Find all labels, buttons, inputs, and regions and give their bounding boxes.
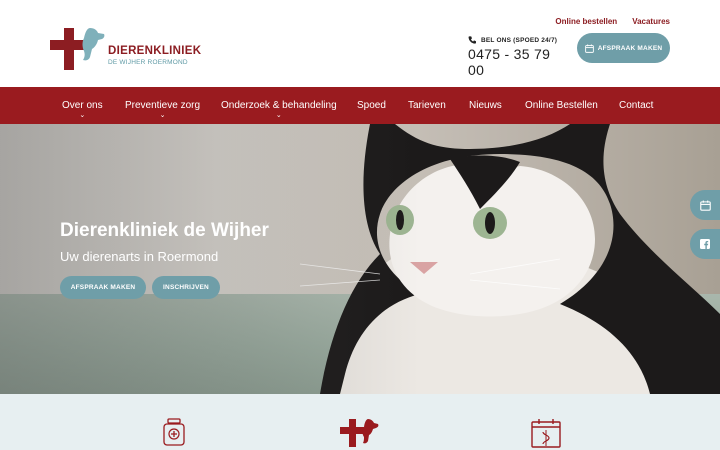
nav-item-over-ons[interactable]: Over ons ⌄ — [62, 87, 103, 124]
main-nav: Over ons ⌄ Preventieve zorg ⌄ Onderzoek … — [0, 87, 720, 124]
nav-item-label: Preventieve zorg — [125, 100, 201, 111]
nav-item-label: Nieuws — [469, 100, 502, 111]
clinic-logo[interactable]: DIERENKLINIEK DE WIJHER ROERMOND — [50, 26, 201, 72]
chevron-down-icon: ⌄ — [79, 112, 86, 119]
facebook-icon — [700, 239, 710, 249]
nav-item-preventieve-zorg[interactable]: Preventieve zorg ⌄ — [125, 87, 200, 124]
hero-appointment-button[interactable]: AFSPRAAK MAKEN — [60, 276, 146, 299]
medicine-bottle-icon[interactable] — [162, 418, 186, 446]
phone-label: BEL ONS (SPOED 24/7) — [481, 36, 558, 44]
calendar-icon — [584, 43, 594, 53]
logo-subtitle: DE WIJHER ROERMOND — [108, 59, 188, 66]
online-bestellen-link[interactable]: Online bestellen — [555, 17, 617, 26]
calendar-appointment-icon[interactable] — [531, 418, 561, 448]
nav-item-label: Online Bestellen — [525, 100, 598, 111]
hero-subtitle: Uw dierenarts in Roermond — [60, 249, 219, 264]
hero-banner: Dierenkliniek de Wijher Uw dierenarts in… — [0, 124, 720, 394]
clinic-logo-icon[interactable] — [340, 418, 380, 448]
hero-register-button[interactable]: INSCHRIJVEN — [152, 276, 220, 299]
nav-item-spoed[interactable]: Spoed — [357, 87, 386, 124]
nav-item-label: Spoed — [357, 100, 386, 111]
nav-item-label: Contact — [619, 100, 654, 111]
nav-item-onderzoek-behandeling[interactable]: Onderzoek & behandeling ⌄ — [221, 87, 337, 124]
hero-title: Dierenkliniek de Wijher — [60, 220, 269, 241]
phone-block[interactable]: BEL ONS (SPOED 24/7) 0475 - 35 79 00 — [468, 36, 568, 78]
side-facebook-button[interactable] — [690, 229, 720, 259]
logo-cross-dog-icon — [50, 28, 105, 70]
appointment-button-header[interactable]: AFSPRAAK MAKEN — [577, 33, 670, 63]
appointment-button-label: AFSPRAAK MAKEN — [597, 44, 663, 52]
logo-title: DIERENKLINIEK — [108, 45, 202, 57]
nav-item-nieuws[interactable]: Nieuws — [469, 87, 502, 124]
chevron-down-icon: ⌄ — [275, 112, 282, 119]
calendar-icon — [699, 200, 711, 211]
chevron-down-icon: ⌄ — [159, 112, 166, 119]
nav-item-tarieven[interactable]: Tarieven — [408, 87, 446, 124]
nav-item-label: Over ons — [62, 100, 103, 111]
nav-item-label: Onderzoek & behandeling — [221, 100, 337, 111]
phone-icon — [468, 36, 476, 44]
top-links: Online bestellen Vacatures — [555, 17, 670, 26]
nav-item-online-bestellen[interactable]: Online Bestellen — [525, 87, 598, 124]
nav-item-label: Tarieven — [408, 100, 446, 111]
site-header: DIERENKLINIEK DE WIJHER ROERMOND Online … — [0, 0, 720, 87]
side-calendar-button[interactable] — [690, 190, 720, 220]
services-strip — [0, 394, 720, 450]
nav-item-contact[interactable]: Contact — [619, 87, 653, 124]
vacatures-link[interactable]: Vacatures — [632, 17, 670, 26]
phone-number[interactable]: 0475 - 35 79 00 — [468, 46, 568, 78]
